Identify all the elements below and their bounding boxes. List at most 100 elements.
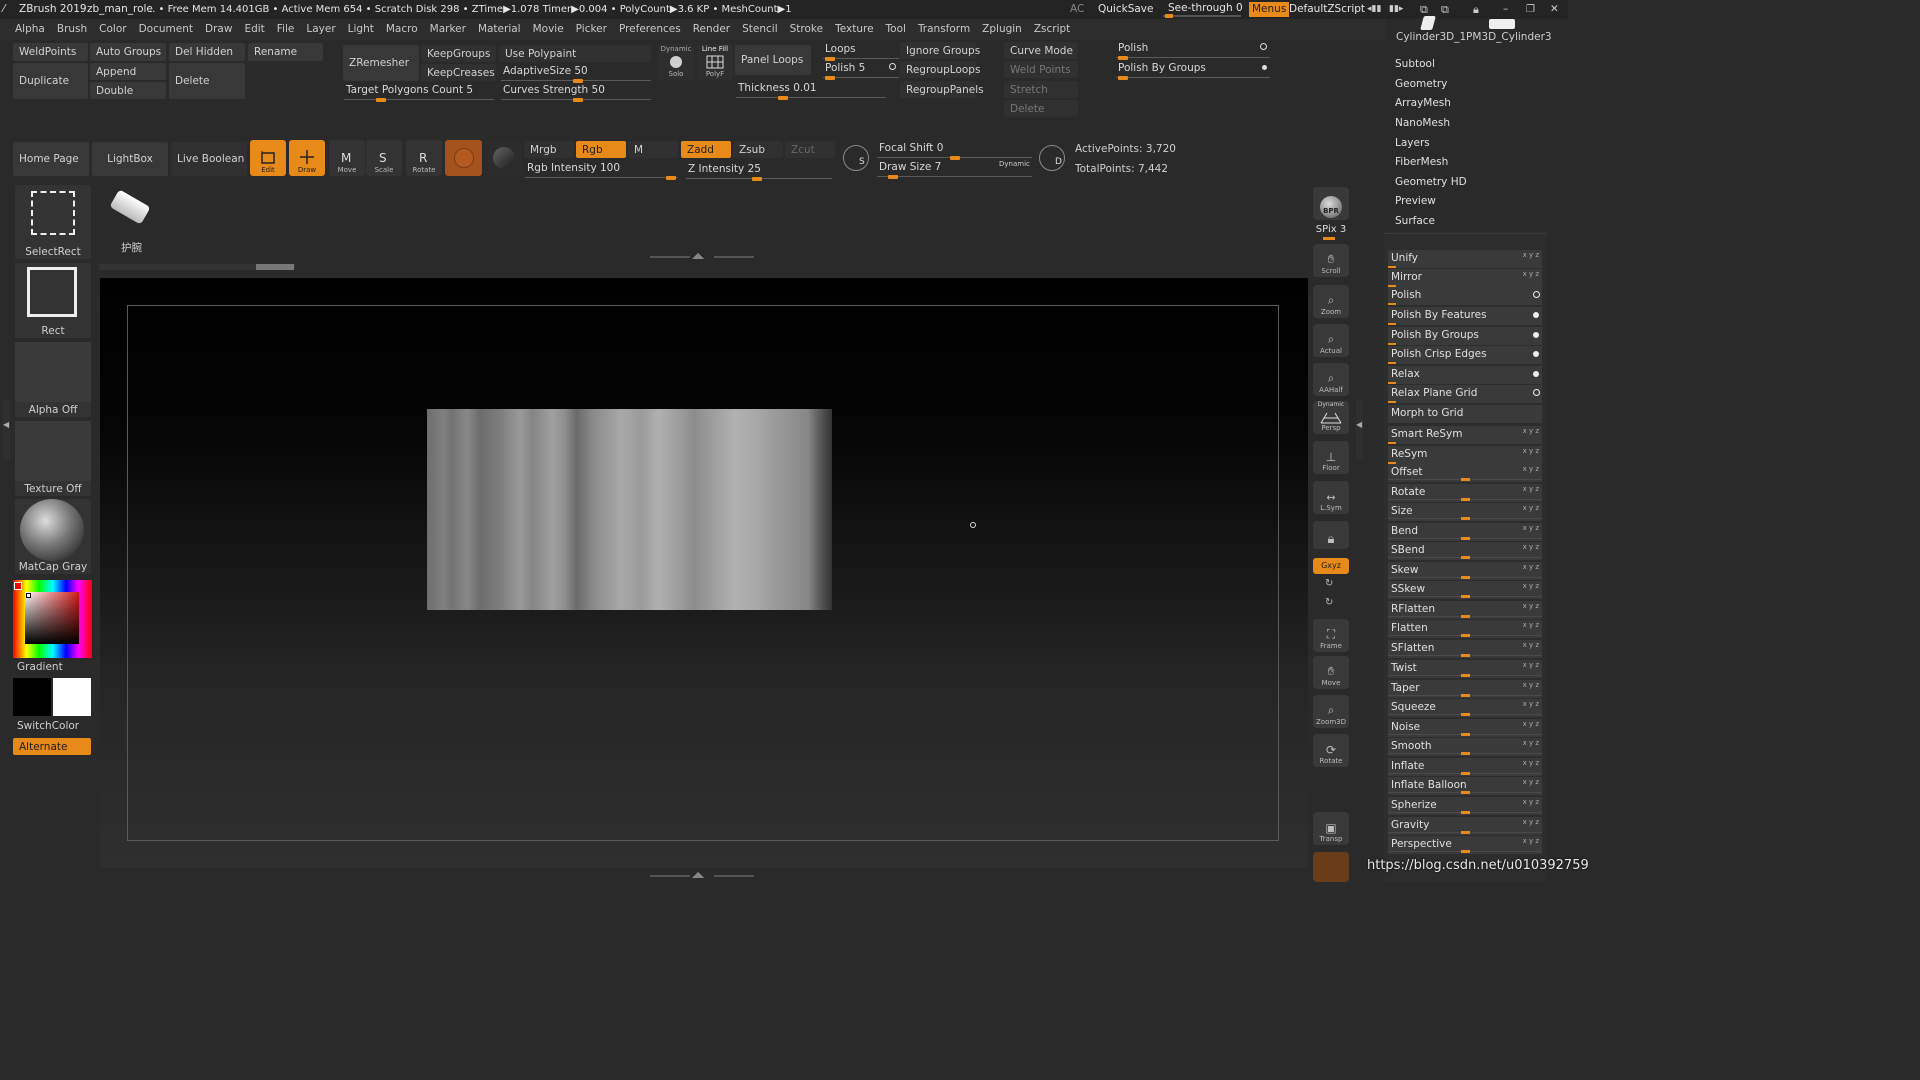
curve-delete-button[interactable]: Delete bbox=[1004, 100, 1078, 117]
actual-button[interactable]: ⌕ Actual bbox=[1313, 324, 1349, 357]
axis-toggle-icon[interactable]: x y z bbox=[1523, 778, 1539, 786]
deform-spherize[interactable]: Spherize x y z bbox=[1388, 797, 1542, 815]
rmenu-arraymesh[interactable]: ArrayMesh bbox=[1386, 94, 1546, 113]
deform-mirror[interactable]: Mirror x y z bbox=[1388, 269, 1542, 287]
stroke-rect[interactable]: Rect bbox=[15, 263, 91, 338]
deform-taper[interactable]: Taper x y z bbox=[1388, 680, 1542, 698]
dynamic-size-toggle[interactable]: Dynamic bbox=[999, 160, 1030, 168]
axis-toggle-icon[interactable]: x y z bbox=[1523, 720, 1539, 728]
palette-scrollbar[interactable] bbox=[99, 264, 295, 270]
rotate-z-icon[interactable]: ↻ bbox=[1325, 597, 1333, 608]
deform-rflatten[interactable]: RFlatten x y z bbox=[1388, 601, 1542, 619]
move-view-button[interactable]: ✋︎ Move bbox=[1313, 656, 1349, 689]
slider-knob[interactable] bbox=[1461, 634, 1470, 637]
axis-toggle-icon[interactable]: x y z bbox=[1523, 447, 1539, 455]
slider-knob[interactable] bbox=[1461, 517, 1470, 520]
axis-toggle-icon[interactable]: x y z bbox=[1523, 602, 1539, 610]
axis-toggle-icon[interactable]: x y z bbox=[1523, 759, 1539, 767]
slider-knob[interactable] bbox=[1461, 694, 1470, 697]
slider-knob[interactable] bbox=[1461, 674, 1470, 677]
minimize-icon[interactable]: – bbox=[1503, 0, 1508, 19]
stretch-button[interactable]: Stretch bbox=[1004, 81, 1078, 98]
bpr-button[interactable]: BPR bbox=[1313, 187, 1349, 220]
zadd-button[interactable]: Zadd bbox=[681, 141, 731, 158]
deform-resym[interactable]: ReSym x y z bbox=[1388, 446, 1542, 464]
slider-knob[interactable] bbox=[1461, 791, 1470, 794]
cylinder-thumb-icon[interactable] bbox=[1420, 16, 1436, 30]
slider-knob[interactable] bbox=[1461, 595, 1470, 598]
document-canvas[interactable] bbox=[100, 278, 1308, 868]
layout2-icon[interactable]: ⧉ bbox=[1441, 0, 1449, 19]
mrgb-button[interactable]: Mrgb bbox=[524, 141, 574, 158]
deform-gravity[interactable]: Gravity x y z bbox=[1388, 817, 1542, 835]
edit-button[interactable]: Edit bbox=[250, 140, 286, 176]
menu-file[interactable]: File bbox=[271, 19, 301, 40]
rotate-button[interactable]: R Rotate bbox=[406, 140, 442, 176]
line-fill-button[interactable]: Line Fill PolyF bbox=[697, 44, 733, 80]
texture-slot[interactable]: Texture Off bbox=[15, 421, 91, 496]
close-icon[interactable]: ✕ bbox=[1550, 0, 1559, 19]
slider-knob[interactable] bbox=[1461, 850, 1470, 853]
polish-toggle-icon[interactable] bbox=[889, 63, 896, 70]
auto-groups-button[interactable]: Auto Groups bbox=[90, 43, 166, 61]
menu-texture[interactable]: Texture bbox=[829, 19, 879, 40]
axis-toggle-icon[interactable]: x y z bbox=[1523, 818, 1539, 826]
menu-edit[interactable]: Edit bbox=[238, 19, 270, 40]
lazy-d-icon[interactable]: D bbox=[1039, 145, 1065, 171]
deform-unify[interactable]: Unify x y z bbox=[1388, 250, 1542, 268]
menu-zscript[interactable]: Zscript bbox=[1028, 19, 1076, 40]
rgb-intensity-slider[interactable]: Rgb Intensity 100 bbox=[525, 161, 678, 180]
deform-sbend[interactable]: SBend x y z bbox=[1388, 542, 1542, 560]
adaptive-size-slider[interactable]: AdaptiveSize 50 bbox=[501, 64, 651, 83]
rmenu-layers[interactable]: Layers bbox=[1386, 134, 1546, 153]
rmenu-surface[interactable]: Surface bbox=[1386, 212, 1546, 231]
deform-polish-by-features[interactable]: Polish By Features bbox=[1388, 307, 1542, 325]
menu-preferences[interactable]: Preferences bbox=[613, 19, 687, 40]
deform-inflate[interactable]: Inflate x y z bbox=[1388, 758, 1542, 776]
del-hidden-button[interactable]: Del Hidden bbox=[169, 43, 245, 61]
bottom-tray-handle[interactable]: ◢◣ bbox=[650, 870, 754, 879]
axis-toggle-icon[interactable]: x y z bbox=[1523, 524, 1539, 532]
scroll-button[interactable]: ✋︎ Scroll bbox=[1313, 244, 1349, 277]
deform-rotate[interactable]: Rotate x y z bbox=[1388, 484, 1542, 502]
rmenu-geometry-hd[interactable]: Geometry HD bbox=[1386, 173, 1546, 192]
menu-transform[interactable]: Transform bbox=[912, 19, 976, 40]
target-polygons-slider[interactable]: Target Polygons Count 5 bbox=[344, 83, 494, 102]
menu-tool[interactable]: Tool bbox=[880, 19, 912, 40]
menu-material[interactable]: Material bbox=[472, 19, 527, 40]
slider-knob[interactable] bbox=[1461, 537, 1470, 540]
menu-light[interactable]: Light bbox=[342, 19, 380, 40]
deform-skew[interactable]: Skew x y z bbox=[1388, 562, 1542, 580]
zremesher-button[interactable]: ZRemesher bbox=[343, 45, 419, 81]
duplicate-button[interactable]: Duplicate bbox=[13, 63, 88, 99]
toggle-icon[interactable] bbox=[1533, 351, 1539, 357]
regroup-loops-button[interactable]: RegroupLoops bbox=[900, 61, 980, 78]
slider-knob[interactable] bbox=[1461, 576, 1470, 579]
deform-smooth[interactable]: Smooth x y z bbox=[1388, 738, 1542, 756]
main-color-swatch[interactable] bbox=[53, 678, 91, 716]
slider-knob[interactable] bbox=[1461, 772, 1470, 775]
append-button[interactable]: Append bbox=[90, 63, 166, 80]
restore-icon[interactable]: ❐ bbox=[1526, 0, 1535, 19]
deform-bend[interactable]: Bend x y z bbox=[1388, 523, 1542, 541]
axis-toggle-icon[interactable]: x y z bbox=[1523, 543, 1539, 551]
left-tray-toggle[interactable]: ◀ bbox=[3, 400, 10, 460]
slider-knob[interactable] bbox=[1461, 478, 1470, 481]
axis-toggle-icon[interactable]: x y z bbox=[1523, 700, 1539, 708]
toggle-icon[interactable] bbox=[1533, 291, 1540, 298]
loops-slider[interactable]: Loops bbox=[823, 42, 899, 61]
axis-toggle-icon[interactable]: x y z bbox=[1523, 270, 1539, 278]
menu-macro[interactable]: Macro bbox=[380, 19, 424, 40]
material-slot[interactable]: MatCap Gray bbox=[15, 499, 91, 574]
xyz-button[interactable]: Gxyz bbox=[1313, 558, 1349, 574]
menu-stencil[interactable]: Stencil bbox=[736, 19, 784, 40]
ghost-button[interactable] bbox=[1313, 852, 1349, 882]
keepgroups-button[interactable]: KeepGroups bbox=[421, 45, 496, 62]
quicksave-button[interactable]: QuickSave bbox=[1098, 0, 1153, 19]
top-tray-handle[interactable]: ◢◣ bbox=[650, 251, 754, 260]
dynamic-solo-button[interactable]: Dynamic Solo bbox=[658, 44, 694, 80]
deform-sskew[interactable]: SSkew x y z bbox=[1388, 581, 1542, 599]
toggle-icon[interactable] bbox=[1533, 312, 1539, 318]
polish-by-groups-dot-icon[interactable] bbox=[1262, 65, 1267, 70]
deform-relax-plane-grid[interactable]: Relax Plane Grid bbox=[1388, 385, 1542, 403]
